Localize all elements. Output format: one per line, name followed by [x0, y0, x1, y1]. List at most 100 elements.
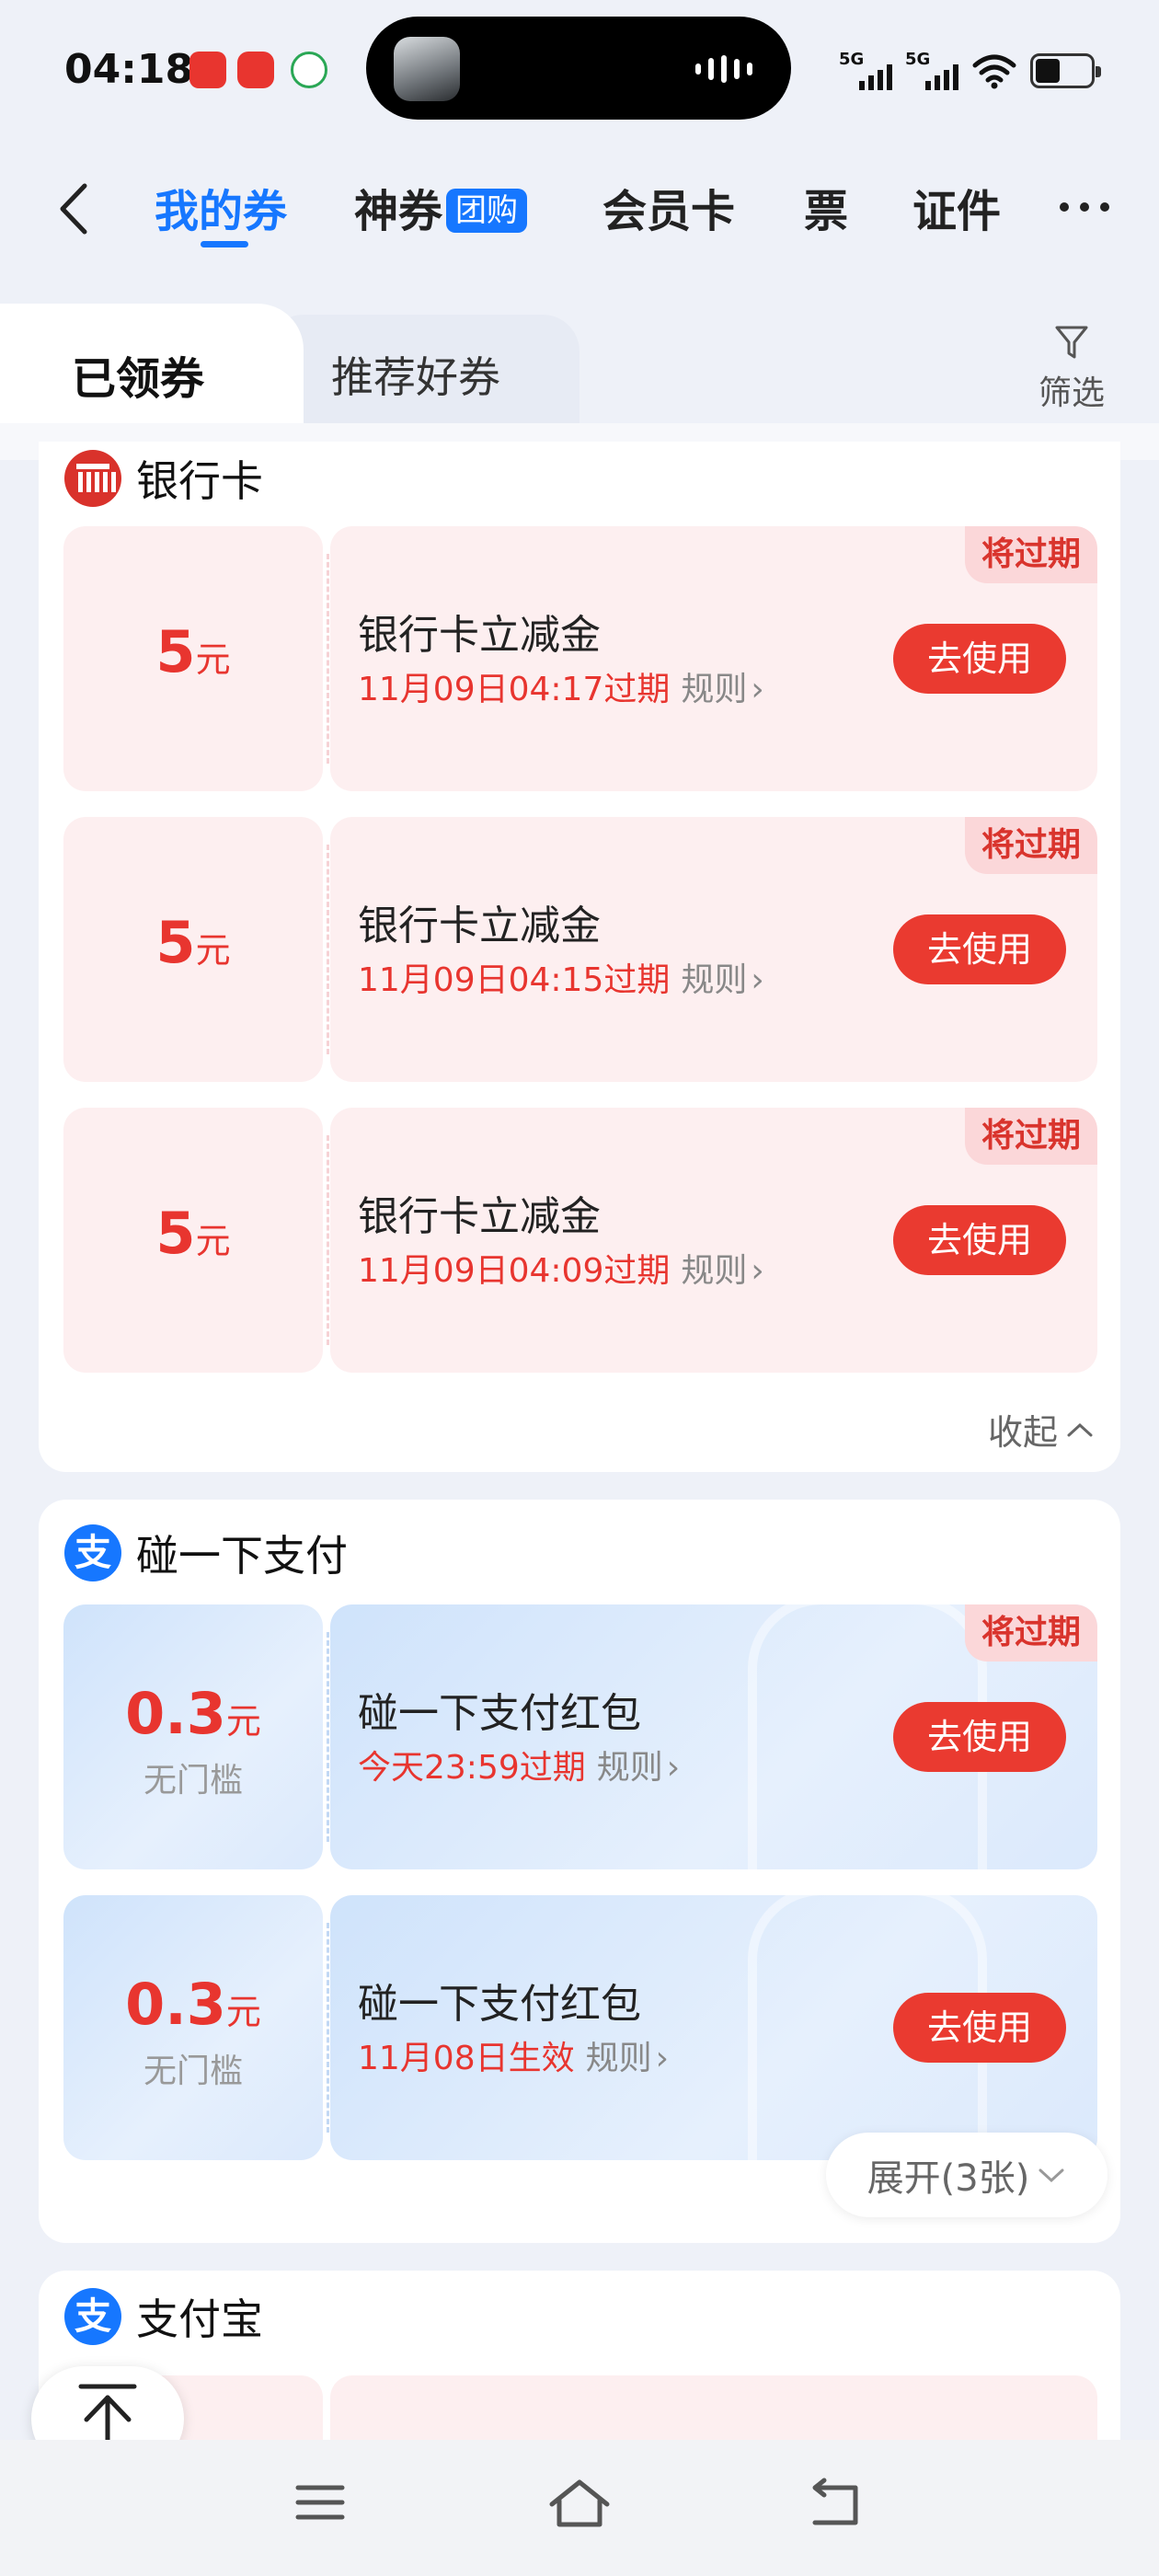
group-buy-badge: 团购 — [446, 189, 528, 233]
coupon-amount: 0.3元 — [63, 1971, 323, 2038]
coupon-subtabs: 已领券 推荐好券 筛选 — [0, 304, 1159, 423]
coupon-card[interactable]: 0.3元 无门槛 碰一下支付红包 11月08日生效 规则 › 去使用 — [63, 1895, 1097, 2160]
chevron-right-icon: › — [751, 961, 764, 999]
coupon-name: 银行卡立减金 — [358, 903, 601, 949]
use-button[interactable]: 去使用 — [893, 624, 1066, 694]
media-thumbnail — [394, 37, 460, 101]
expiring-badge: 将过期 — [964, 817, 1097, 874]
amount-unit: 元 — [195, 1221, 231, 1261]
coupon-meta: 11月09日04:15过期 规则 › — [358, 953, 764, 1001]
rule-link[interactable]: 规则 — [597, 1749, 663, 1787]
back-arrow-icon[interactable] — [46, 177, 110, 241]
tab-member-cards[interactable]: 会员卡 — [602, 175, 735, 239]
collapse-button[interactable]: 收起 — [988, 1404, 1095, 1455]
section-bank-card: 银行卡 5元 将过期 银行卡立减金 11月09日04:17过期 规则 › 去使用 5… — [39, 442, 1120, 1472]
signal-icon: 5G — [905, 50, 958, 92]
chevron-right-icon: › — [751, 1252, 764, 1290]
chevron-right-icon: › — [655, 2040, 670, 2077]
coupon-amount: 5元 — [63, 618, 323, 685]
tab-certificates[interactable]: 证件 — [912, 175, 1001, 239]
expire-text: 11月09日04:15过期 — [358, 961, 671, 999]
expire-text: 11月09日04:17过期 — [358, 671, 671, 708]
coupon-info-panel: 将过期 碰一下支付红包 今天23:59过期 规则 › 去使用 — [330, 1604, 1097, 1869]
amount-value: 5 — [155, 1200, 196, 1267]
amount-value: 5 — [155, 618, 196, 685]
coupon-meta: 今天23:59过期 规则 › — [358, 1741, 680, 1788]
coupon-card[interactable]: 5元 将过期 银行卡立减金 11月09日04:09过期 规则 › 去使用 — [63, 1108, 1097, 1373]
use-button[interactable]: 去使用 — [893, 1993, 1066, 2063]
rule-link[interactable]: 规则 — [681, 961, 747, 999]
coupon-meta: 11月09日04:09过期 规则 › — [358, 1244, 764, 1292]
filter-button[interactable]: 筛选 — [1030, 322, 1113, 414]
tab-tickets[interactable]: 票 — [804, 175, 848, 239]
bank-card-icon — [64, 450, 121, 507]
status-bar: 04:18 5G 5G — [0, 0, 1159, 138]
rule-link[interactable]: 规则 — [681, 1252, 747, 1290]
tab-my-coupons[interactable]: 我的券 — [155, 175, 287, 239]
alipay-icon: 支 — [64, 1524, 121, 1581]
collapse-label: 收起 — [987, 1412, 1058, 1453]
coupon-card[interactable]: 5元 将过期 银行卡立减金 11月09日04:17过期 规则 › 去使用 — [63, 526, 1097, 791]
section-title: 支付宝 — [136, 2294, 263, 2344]
expand-button[interactable]: 展开(3张) — [826, 2133, 1107, 2217]
coupon-card[interactable]: 5元 将过期 银行卡立减金 11月09日04:15过期 规则 › 去使用 — [63, 817, 1097, 1082]
signal-icon: 5G — [839, 50, 892, 92]
use-button[interactable]: 去使用 — [893, 914, 1066, 984]
subtab-claimed[interactable]: 已领券 — [0, 304, 304, 423]
use-button[interactable]: 去使用 — [893, 1702, 1066, 1772]
amount-unit: 元 — [225, 1992, 261, 2032]
subtab-claimed-label: 已领券 — [72, 353, 205, 405]
coupon-amount: 5元 — [63, 909, 323, 976]
chevron-down-icon — [1039, 2168, 1064, 2183]
coupon-info-panel: 将过期 银行卡立减金 11月09日04:15过期 规则 › 去使用 — [330, 817, 1097, 1082]
subtab-recommended[interactable]: 推荐好券 — [331, 344, 500, 405]
top-nav: 我的券 神券 团购 会员卡 票 证件 — [0, 166, 1159, 258]
amount-value: 0.3 — [125, 1971, 226, 2038]
coupon-meta: 11月08日生效 规则 › — [358, 2031, 669, 2079]
coupon-amount: 5元 — [63, 1200, 323, 1267]
threshold-label: 无门槛 — [143, 2053, 243, 2090]
expiring-badge: 将过期 — [964, 1604, 1097, 1662]
more-icon[interactable] — [1060, 202, 1109, 212]
expiring-badge: 将过期 — [964, 526, 1097, 583]
coupon-name: 碰一下支付红包 — [358, 1981, 641, 2028]
expiring-badge: 将过期 — [964, 1108, 1097, 1165]
amount-unit: 元 — [195, 930, 231, 971]
wifi-icon — [972, 54, 1016, 89]
amount-unit: 元 — [225, 1701, 261, 1742]
section-title: 碰一下支付 — [136, 1531, 348, 1581]
amount-unit: 元 — [195, 639, 231, 680]
section-header: 支 碰一下支付 — [64, 1524, 348, 1581]
coupon-card[interactable]: 0.3元 无门槛 将过期 碰一下支付红包 今天23:59过期 规则 › 去使用 — [63, 1604, 1097, 1869]
coupon-divider — [327, 1923, 329, 2133]
menu-icon[interactable] — [293, 2477, 348, 2528]
expire-text: 今天23:59过期 — [358, 1749, 586, 1787]
coupon-name: 银行卡立减金 — [358, 1193, 601, 1240]
coupon-info-panel: 碰一下支付红包 11月08日生效 规则 › 去使用 — [330, 1895, 1097, 2160]
expire-text: 11月09日04:09过期 — [358, 1252, 671, 1290]
status-time: 04:18 — [64, 46, 194, 93]
tab-super-coupons[interactable]: 神券 团购 — [354, 175, 528, 239]
coupon-info-panel: 将过期 银行卡立减金 11月09日04:09过期 规则 › 去使用 — [330, 1108, 1097, 1373]
use-button[interactable]: 去使用 — [893, 1205, 1066, 1275]
expand-label: 展开(3张) — [866, 2157, 1030, 2200]
tab-label: 神券 — [354, 186, 443, 237]
coupon-name: 银行卡立减金 — [358, 612, 601, 659]
audio-wave-icon — [695, 55, 760, 83]
rule-link[interactable]: 规则 — [586, 2040, 652, 2077]
dynamic-island[interactable] — [366, 17, 791, 120]
amount-value: 5 — [155, 909, 196, 976]
coupon-name: 碰一下支付红包 — [358, 1690, 641, 1737]
green-app-icon — [291, 52, 327, 88]
coupon-meta: 11月09日04:17过期 规则 › — [358, 662, 764, 710]
coupon-amount: 0.3元 — [63, 1680, 323, 1747]
amount-value: 0.3 — [125, 1680, 226, 1747]
back-icon[interactable] — [806, 2477, 866, 2532]
rule-link[interactable]: 规则 — [681, 671, 747, 708]
chevron-up-icon — [1067, 1422, 1093, 1436]
active-tab-indicator — [201, 241, 248, 247]
section-title: 银行卡 — [136, 456, 263, 506]
home-icon[interactable] — [546, 2477, 613, 2532]
status-icons: 5G 5G — [839, 48, 1101, 94]
valid-from-text: 11月08日生效 — [358, 2040, 575, 2077]
